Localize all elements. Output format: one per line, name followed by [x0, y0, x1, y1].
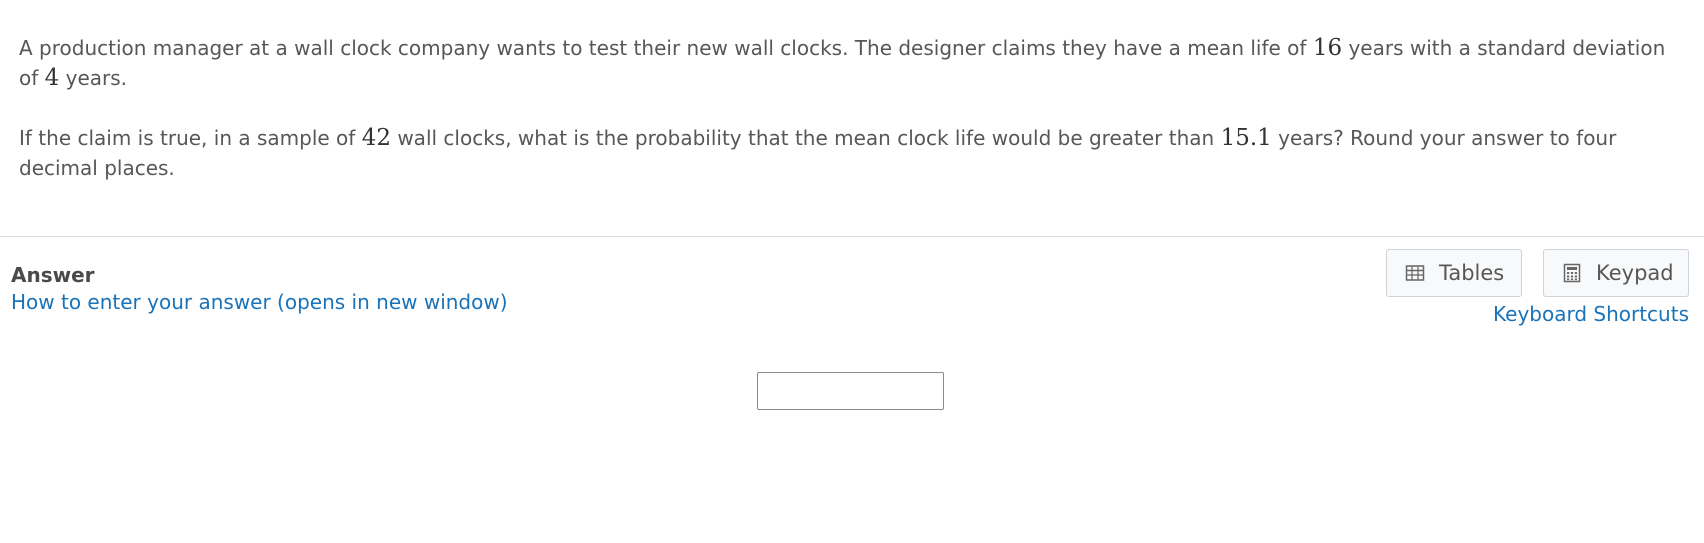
tables-button-label: Tables [1439, 261, 1505, 285]
threshold-value: 15.1 [1220, 125, 1272, 151]
keyboard-shortcuts-link[interactable]: Keyboard Shortcuts [1493, 300, 1689, 328]
keypad-button-label: Keypad [1596, 261, 1674, 285]
question-text-segment: years. [59, 66, 128, 90]
question-text-segment: wall clocks, what is the probability tha… [390, 126, 1221, 150]
section-divider [0, 236, 1704, 237]
table-grid-icon [1405, 263, 1425, 283]
how-to-enter-answer-link[interactable]: How to enter your answer (opens in new w… [11, 288, 508, 316]
question-paragraph-1: A production manager at a wall clock com… [19, 33, 1679, 93]
sample-size-value: 42 [361, 125, 391, 151]
question-text-segment: If the claim is true, in a sample of [19, 126, 362, 150]
tables-button[interactable]: Tables [1386, 249, 1522, 297]
keypad-button[interactable]: Keypad [1543, 249, 1689, 297]
calculator-icon [1562, 263, 1582, 283]
standard-deviation-value: 4 [44, 65, 60, 91]
answer-input[interactable] [757, 372, 944, 410]
question-paragraph-2: If the claim is true, in a sample of 42 … [19, 123, 1679, 183]
question-text-segment: A production manager at a wall clock com… [19, 36, 1313, 60]
question-text: A production manager at a wall clock com… [19, 33, 1679, 183]
mean-value: 16 [1312, 35, 1343, 61]
answer-heading: Answer [11, 263, 95, 287]
